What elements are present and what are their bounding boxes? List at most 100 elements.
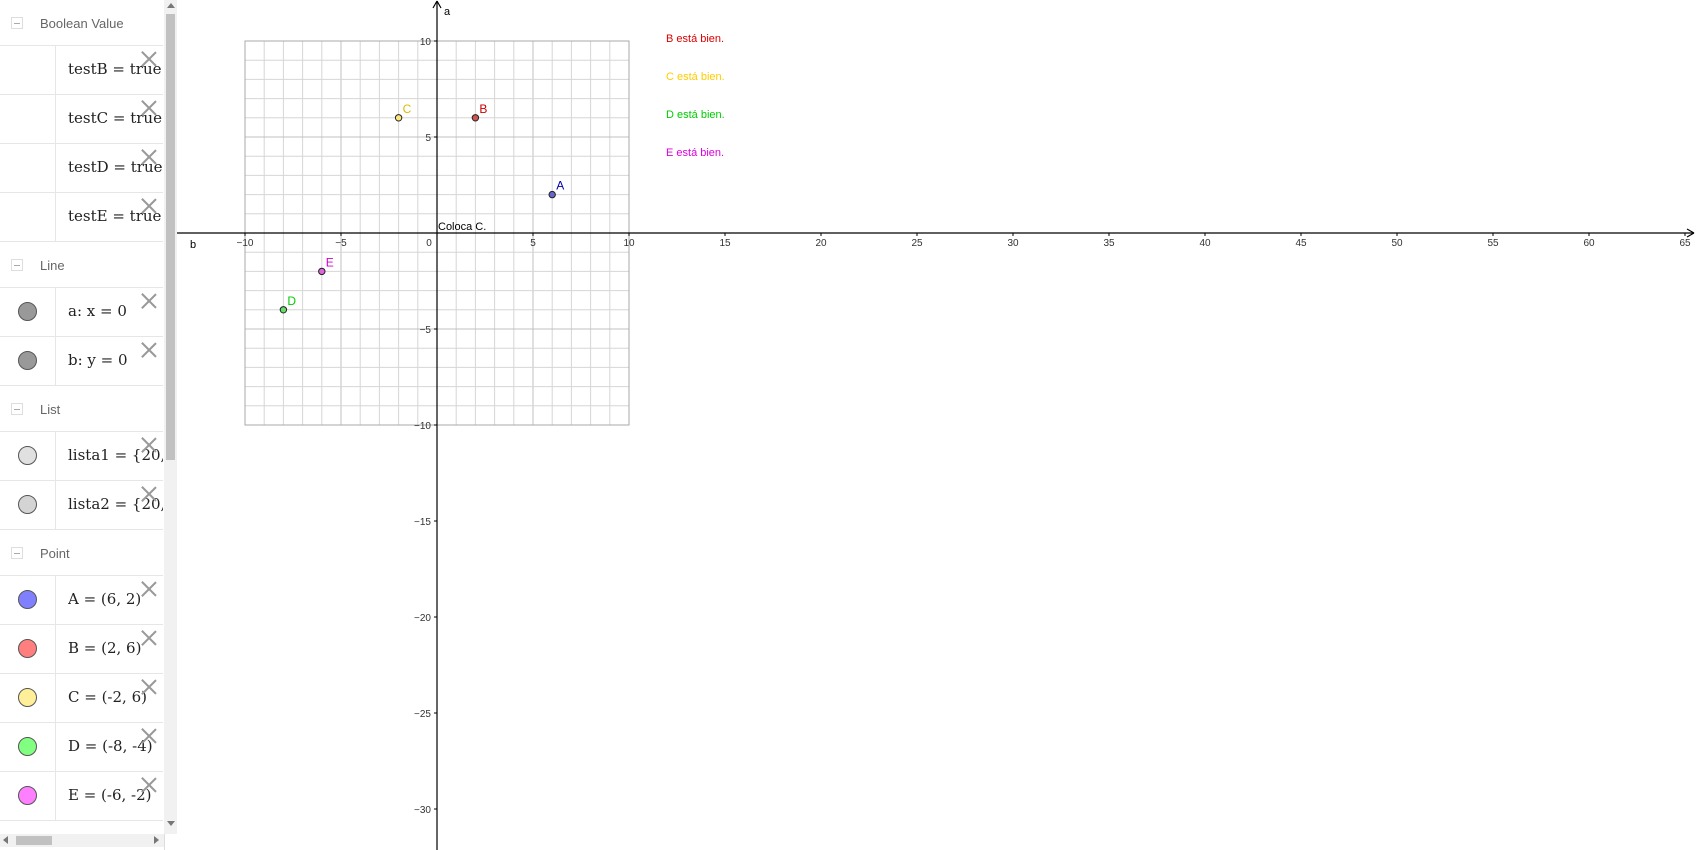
algebra-item[interactable]: lista1 = {20, 20, bbox=[0, 432, 163, 481]
algebra-item[interactable]: A = (6, 2) bbox=[0, 576, 163, 625]
x-axis-label: b bbox=[190, 239, 196, 251]
delete-icon[interactable] bbox=[139, 196, 159, 216]
x-tick-label: 60 bbox=[1583, 238, 1595, 249]
visibility-toggle-icon[interactable] bbox=[18, 786, 37, 805]
point-E[interactable] bbox=[318, 267, 326, 276]
delete-icon[interactable] bbox=[139, 775, 159, 795]
algebra-item[interactable]: testC = true bbox=[0, 95, 163, 144]
group-label: Line bbox=[40, 258, 65, 273]
horizontal-scroll-thumb[interactable] bbox=[16, 836, 52, 845]
algebra-item[interactable]: E = (-6, -2) bbox=[0, 772, 163, 821]
graphics-view[interactable]: b a −10 −5 0 5 10 15 20 25 30 35 40 45 50 55 60 65 10 5 −5 −1… bbox=[177, 0, 1698, 850]
algebra-view: Boolean Value testB = true testC = true tes… bbox=[0, 0, 165, 850]
x-tick-label: −5 bbox=[335, 238, 347, 249]
delete-icon[interactable] bbox=[139, 340, 159, 360]
scroll-left-arrow-icon[interactable] bbox=[3, 836, 8, 844]
marble-cell bbox=[0, 337, 56, 385]
marble-cell bbox=[0, 674, 56, 722]
collapse-toggle-icon[interactable] bbox=[11, 259, 23, 271]
marble-cell bbox=[0, 144, 56, 192]
x-tick-label: 45 bbox=[1295, 238, 1307, 249]
algebra-item[interactable]: lista2 = {20, 20, bbox=[0, 481, 163, 530]
group-header-point[interactable]: Point bbox=[0, 530, 163, 576]
group-label: List bbox=[40, 402, 61, 417]
group-header-line[interactable]: Line bbox=[0, 242, 163, 288]
point-A[interactable] bbox=[548, 190, 556, 199]
algebra-item[interactable]: testD = true bbox=[0, 144, 163, 193]
point-B[interactable] bbox=[471, 114, 480, 122]
algebra-horizontal-scrollbar[interactable] bbox=[0, 834, 164, 847]
algebra-item[interactable]: C = (-2, 6) bbox=[0, 674, 163, 723]
x-tick-label: −10 bbox=[237, 238, 254, 249]
algebra-list: Boolean Value testB = true testC = true tes… bbox=[0, 0, 163, 850]
delete-icon[interactable] bbox=[139, 484, 159, 504]
vertical-scroll-thumb[interactable] bbox=[166, 14, 175, 460]
status-message: D está bien. bbox=[666, 109, 725, 121]
scroll-right-arrow-icon[interactable] bbox=[154, 836, 159, 844]
x-tick-label: 35 bbox=[1103, 238, 1115, 249]
algebra-item[interactable]: testE = true bbox=[0, 193, 163, 242]
y-axis-label: a bbox=[444, 6, 451, 18]
collapse-toggle-icon[interactable] bbox=[11, 17, 23, 29]
algebra-item[interactable]: B = (2, 6) bbox=[0, 625, 163, 674]
algebra-item[interactable]: b: y = 0 bbox=[0, 337, 163, 386]
visibility-toggle-icon[interactable] bbox=[18, 737, 37, 756]
y-tick-label: 10 bbox=[420, 37, 432, 48]
marble-cell bbox=[0, 46, 56, 94]
marble-cell bbox=[0, 193, 56, 241]
collapse-toggle-icon[interactable] bbox=[11, 403, 23, 415]
y-tick-label: −30 bbox=[414, 805, 431, 816]
scroll-up-arrow-icon[interactable] bbox=[167, 3, 175, 8]
visibility-toggle-icon[interactable] bbox=[18, 495, 37, 514]
y-tick-label: −25 bbox=[414, 709, 431, 720]
status-message: C está bien. bbox=[666, 71, 725, 83]
delete-icon[interactable] bbox=[139, 49, 159, 69]
algebra-vertical-scrollbar[interactable] bbox=[164, 0, 177, 834]
marble-cell bbox=[0, 625, 56, 673]
visibility-toggle-icon[interactable] bbox=[18, 688, 37, 707]
point-label-E: E bbox=[326, 255, 334, 269]
marble-cell bbox=[0, 576, 56, 624]
marble-cell bbox=[0, 481, 56, 529]
x-tick-label: 15 bbox=[719, 238, 731, 249]
delete-icon[interactable] bbox=[139, 726, 159, 746]
x-tick-label: 0 bbox=[426, 238, 432, 249]
group-header-boolean-value[interactable]: Boolean Value bbox=[0, 0, 163, 46]
algebra-item[interactable]: D = (-8, -4) bbox=[0, 723, 163, 772]
delete-icon[interactable] bbox=[139, 435, 159, 455]
point-D[interactable] bbox=[279, 306, 288, 314]
visibility-toggle-icon[interactable] bbox=[18, 351, 37, 370]
y-tick-label: −15 bbox=[414, 517, 431, 528]
x-tick-label: 20 bbox=[815, 238, 827, 249]
status-message: B está bien. bbox=[666, 33, 724, 45]
delete-icon[interactable] bbox=[139, 677, 159, 697]
group-label: Point bbox=[40, 546, 70, 561]
point-C[interactable] bbox=[394, 114, 403, 122]
marble-cell bbox=[0, 772, 56, 820]
delete-icon[interactable] bbox=[139, 291, 159, 311]
x-tick-label: 5 bbox=[530, 238, 536, 249]
delete-icon[interactable] bbox=[139, 147, 159, 167]
delete-icon[interactable] bbox=[139, 579, 159, 599]
x-tick-label: 50 bbox=[1391, 238, 1403, 249]
algebra-item[interactable]: testB = true bbox=[0, 46, 163, 95]
point-label-B: B bbox=[479, 102, 487, 116]
algebra-item[interactable]: a: x = 0 bbox=[0, 288, 163, 337]
marble-cell bbox=[0, 95, 56, 143]
visibility-toggle-icon[interactable] bbox=[18, 639, 37, 658]
group-header-list[interactable]: List bbox=[0, 386, 163, 432]
visibility-toggle-icon[interactable] bbox=[18, 446, 37, 465]
x-tick-label: 55 bbox=[1487, 238, 1499, 249]
coordinate-plane[interactable]: b a −10 −5 0 5 10 15 20 25 30 35 40 45 50 55 60 65 10 5 −5 −1… bbox=[177, 0, 1698, 850]
collapse-toggle-icon[interactable] bbox=[11, 547, 23, 559]
instruction-text: Coloca C. bbox=[438, 221, 486, 233]
marble-cell bbox=[0, 288, 56, 336]
delete-icon[interactable] bbox=[139, 628, 159, 648]
marble-cell bbox=[0, 723, 56, 771]
scroll-down-arrow-icon[interactable] bbox=[167, 821, 175, 826]
delete-icon[interactable] bbox=[139, 98, 159, 118]
visibility-toggle-icon[interactable] bbox=[18, 590, 37, 609]
x-tick-label: 25 bbox=[911, 238, 923, 249]
visibility-toggle-icon[interactable] bbox=[18, 302, 37, 321]
y-tick-label: 5 bbox=[425, 133, 431, 144]
